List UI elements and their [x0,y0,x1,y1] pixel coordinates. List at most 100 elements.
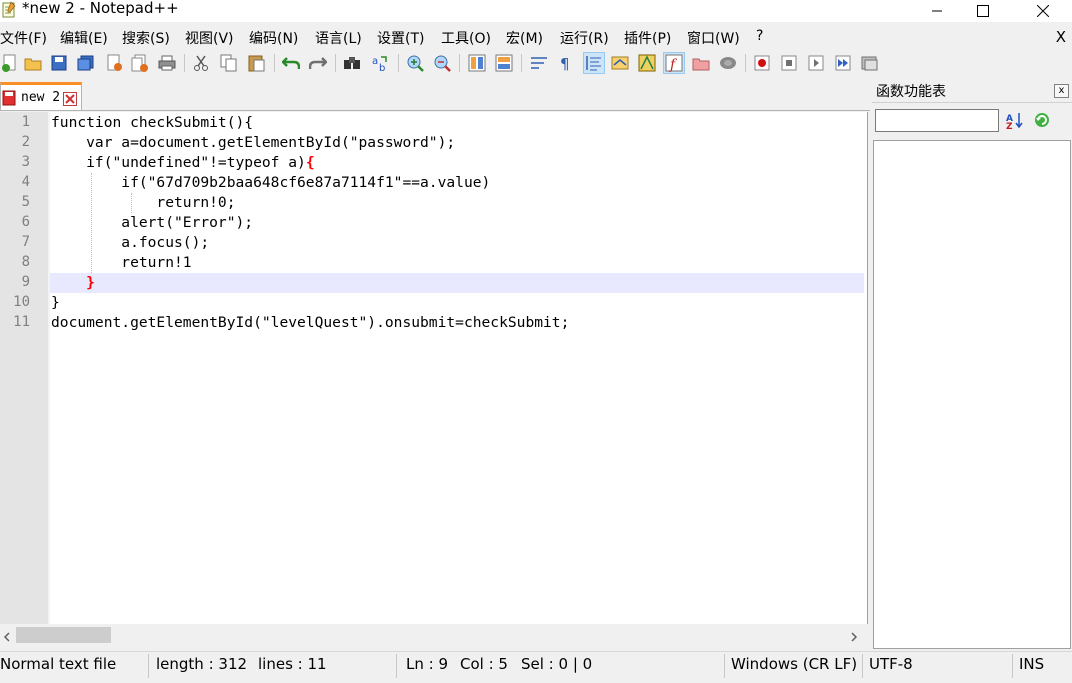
undo-icon[interactable] [281,53,301,73]
redo-icon[interactable] [308,53,328,73]
svg-text:Z: Z [1006,122,1013,129]
new-file-icon[interactable] [0,53,20,73]
status-eol[interactable]: Windows (CR LF) [731,655,857,673]
current-line-highlight [50,273,864,293]
status-length: length : 312 [156,655,248,673]
menu-file[interactable]: 文件(F) [0,28,47,48]
menu-language[interactable]: 语言(L) [315,28,362,48]
status-file-type: Normal text file [0,655,117,673]
minimize-button[interactable] [914,0,960,22]
save-all-icon[interactable] [76,53,96,73]
svg-text:b: b [379,63,385,72]
line-number: 11 [13,314,30,330]
save-icon[interactable] [49,53,69,73]
menu-settings[interactable]: 设置(T) [377,28,424,48]
scrollbar-thumb[interactable] [16,627,111,643]
open-file-icon[interactable] [23,53,43,73]
user-defined-language-icon[interactable] [610,53,630,73]
line-number: 6 [21,214,30,230]
status-insert-mode[interactable]: INS [1019,655,1044,673]
paste-icon[interactable] [247,53,267,73]
line-number: 2 [21,134,30,150]
maximize-button[interactable] [960,0,1006,22]
function-list-tree[interactable] [873,140,1071,649]
code-line: } [51,273,95,293]
unsaved-file-icon [2,90,16,110]
close-tab-icon[interactable] [63,91,77,110]
status-encoding[interactable]: UTF-8 [869,655,913,673]
toolbar-separator [459,54,460,72]
document-map-icon[interactable] [637,53,657,73]
close-all-icon[interactable] [130,53,150,73]
record-macro-icon[interactable] [752,53,772,73]
code-line: a.focus(); [51,234,210,251]
stop-macro-icon[interactable] [779,53,799,73]
menu-encoding[interactable]: 编码(N) [249,28,298,48]
code-line: document.getElementById("levelQuest").on… [51,314,570,331]
save-macro-icon[interactable] [860,53,880,73]
status-separator [862,654,863,678]
function-list-icon[interactable]: f [663,52,685,74]
menu-tools[interactable]: 工具(O) [441,28,491,48]
fold-margin [48,112,50,624]
tab-bar [0,80,870,111]
function-search-input[interactable] [875,109,999,132]
toolbar-separator [335,54,336,72]
status-separator [724,654,725,678]
run-macro-multiple-icon[interactable] [833,53,853,73]
copy-icon[interactable] [219,53,239,73]
replace-icon[interactable]: ab [370,53,390,73]
status-line-number: Ln : 9 [406,655,448,673]
menu-search[interactable]: 搜索(S) [122,28,170,48]
code-line: return!1 [51,254,192,271]
refresh-icon[interactable] [1033,111,1051,133]
find-icon[interactable] [342,53,362,73]
close-panel-button[interactable]: x [1054,84,1069,98]
window-title: *new 2 - Notepad++ [22,0,179,17]
monitoring-icon[interactable] [718,53,738,73]
zoom-out-icon[interactable] [432,53,452,73]
word-wrap-icon[interactable] [529,53,549,73]
toolbar-separator [184,54,185,72]
close-window-button[interactable] [1020,0,1066,22]
menu-help[interactable]: ? [756,28,763,44]
status-separator [396,654,397,678]
sync-horizontal-icon[interactable] [494,53,514,73]
sort-icon[interactable]: AZ [1006,111,1024,133]
status-separator [1012,654,1013,678]
code-line: var a=document.getElementById("password"… [51,134,456,151]
cut-icon[interactable] [191,53,211,73]
play-macro-icon[interactable] [806,53,826,73]
tab-new-2[interactable]: new 2 [0,82,82,110]
toolbar-separator [398,54,399,72]
scroll-left-icon[interactable] [2,628,12,647]
indent-guide-icon[interactable] [583,52,605,74]
code-line: if("undefined"!=typeof a){ [51,153,314,173]
close-document-button[interactable]: X [1056,28,1066,46]
close-file-icon[interactable] [104,53,124,73]
toolbar-separator [521,54,522,72]
zoom-in-icon[interactable] [405,53,425,73]
menu-edit[interactable]: 编辑(E) [60,28,108,48]
line-number: 10 [13,294,30,310]
line-number: 5 [21,194,30,210]
folder-workspace-icon[interactable] [691,53,711,73]
status-column: Col : 5 [460,655,508,673]
matched-brace: } [86,274,95,291]
print-icon[interactable] [157,53,177,73]
scroll-right-icon[interactable] [849,628,859,647]
horizontal-scrollbar[interactable] [0,624,867,645]
menu-plugins[interactable]: 插件(P) [624,28,671,48]
code-text: if("undefined"!=typeof a) [51,154,306,171]
menu-view[interactable]: 视图(V) [185,28,234,48]
line-number: 8 [21,254,30,270]
menu-run[interactable]: 运行(R) [560,28,609,48]
line-number: 1 [21,114,30,130]
menu-macro[interactable]: 宏(M) [506,28,543,48]
code-line: } [51,294,60,311]
status-lines: lines : 11 [258,655,327,673]
sync-vertical-icon[interactable] [467,53,487,73]
show-all-chars-icon[interactable]: ¶ [556,53,576,73]
menu-window[interactable]: 窗口(W) [687,28,740,48]
